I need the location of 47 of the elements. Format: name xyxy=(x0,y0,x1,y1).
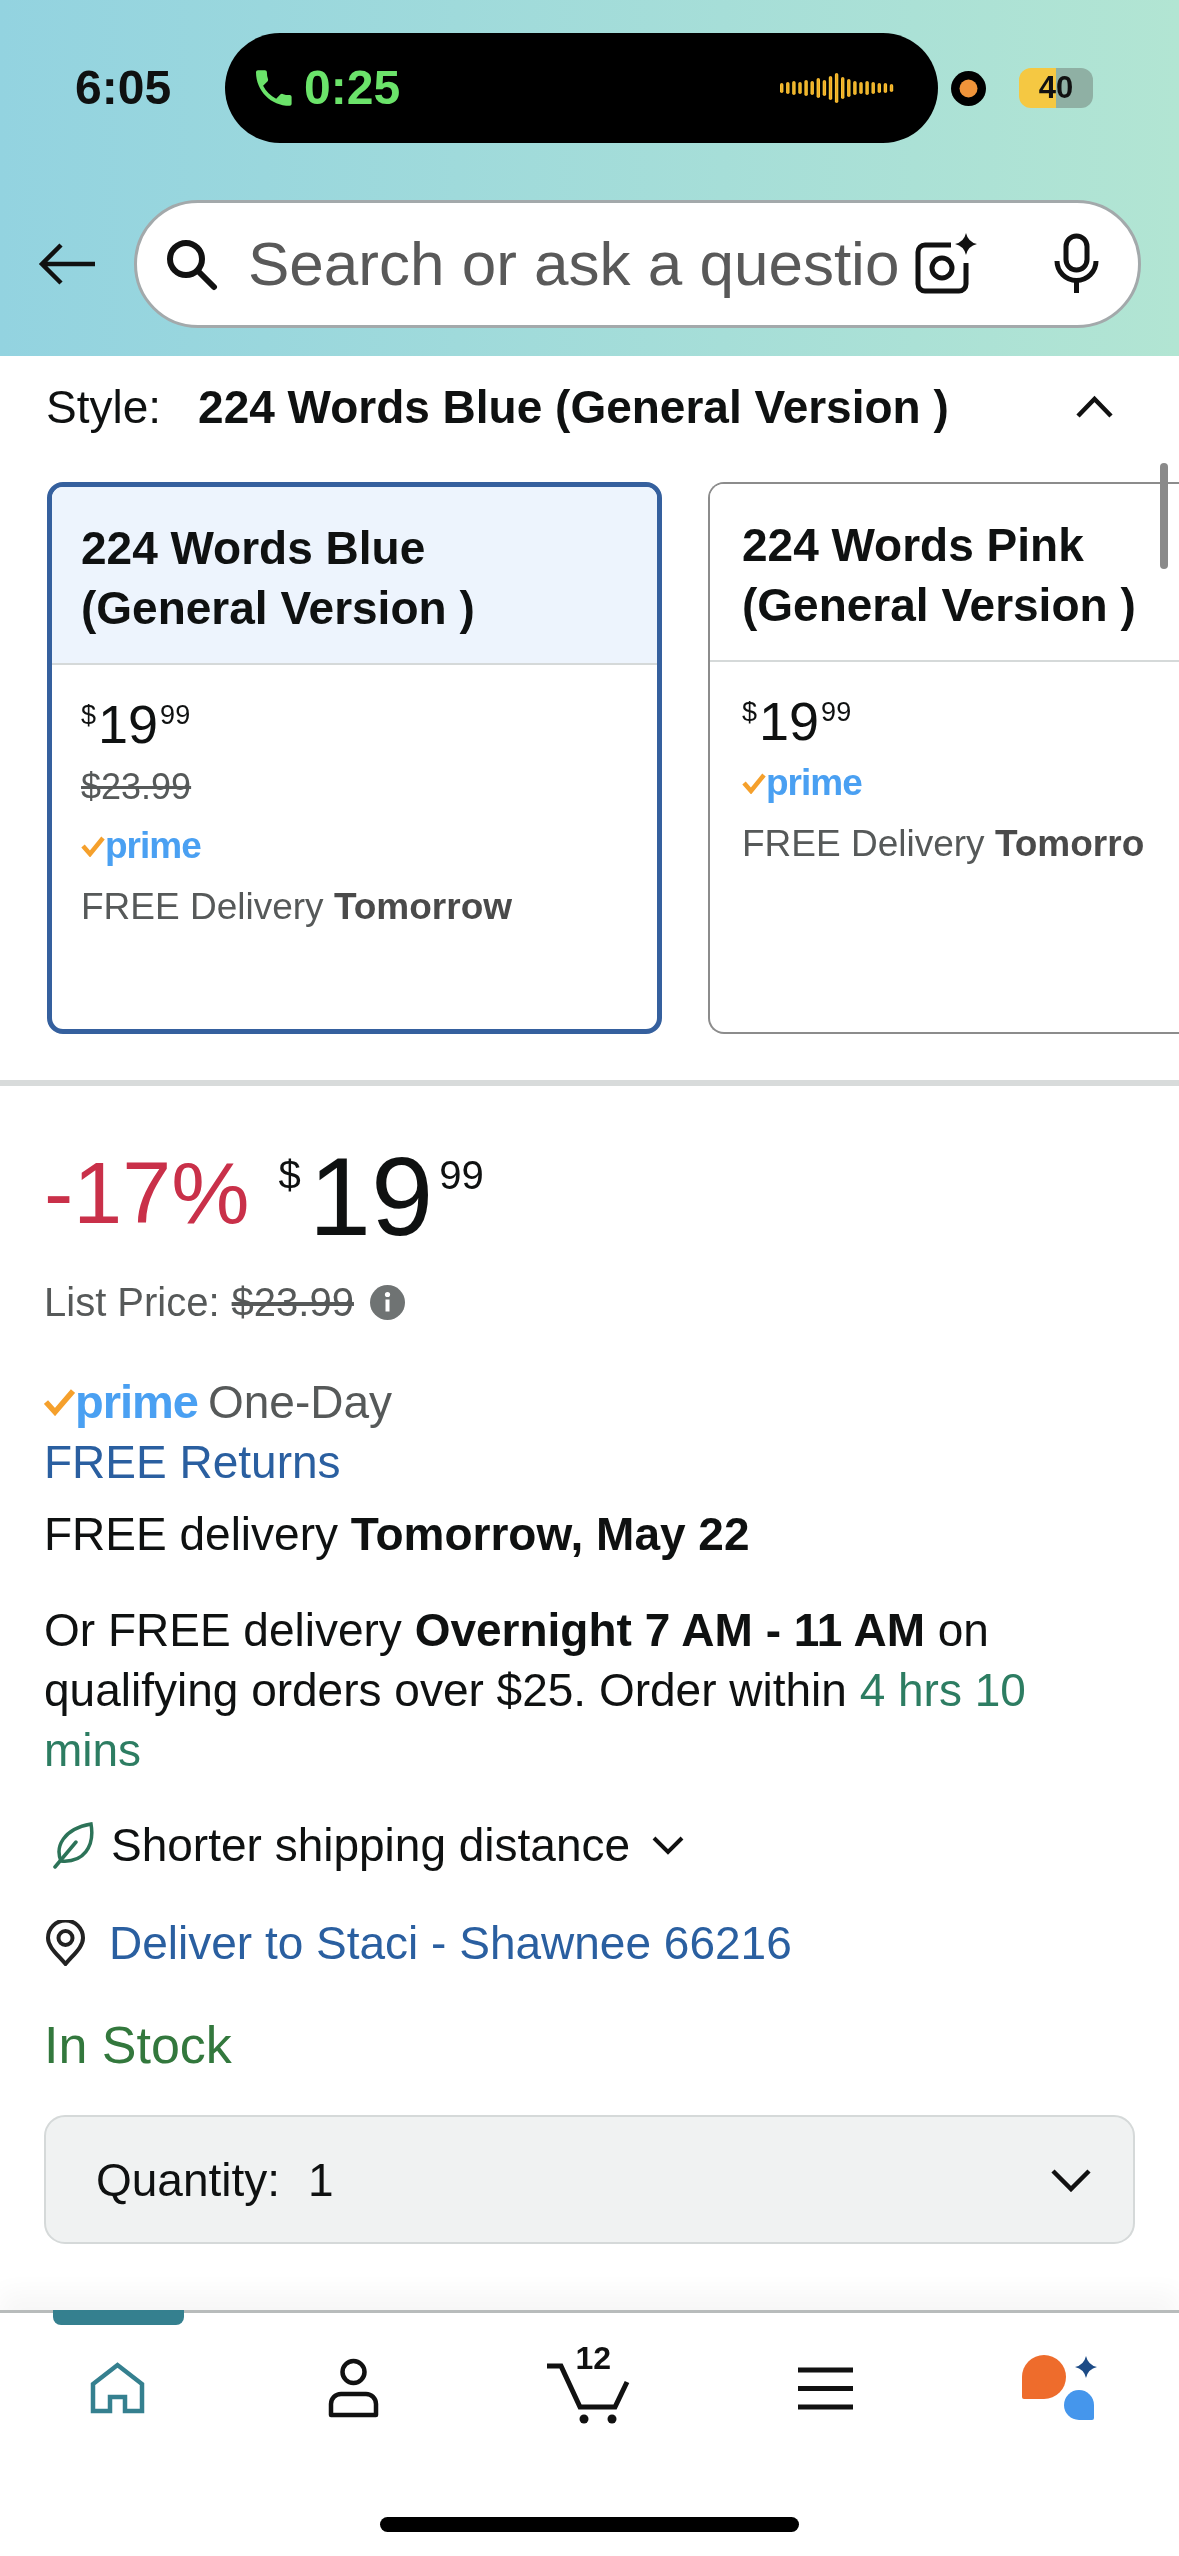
search-bar[interactable]: Search or ask a questio xyxy=(134,200,1141,328)
delivery-date: FREE delivery Tomorrow, May 22 xyxy=(44,1507,750,1562)
style-label: Style: xyxy=(46,380,162,434)
option-name: 224 Words Pink (General Version ) xyxy=(742,518,1137,633)
home-icon xyxy=(90,2362,146,2414)
status-time: 6:05 xyxy=(75,64,173,112)
prime-label: prime xyxy=(105,824,201,868)
delivery-estimate: FREE Delivery Tomorro xyxy=(742,822,1145,866)
menu-icon xyxy=(797,2366,853,2410)
option-list-price: $23.99 xyxy=(81,765,192,809)
chevron-down-icon xyxy=(1050,2167,1092,2192)
search-icon xyxy=(165,237,218,291)
discount-percent: -17% xyxy=(44,1149,250,1237)
cart-count: 12 xyxy=(575,2342,612,2374)
free-returns-link[interactable]: FREE Returns xyxy=(44,1436,341,1488)
battery-indicator: 40 xyxy=(1019,68,1093,108)
checkmark-icon xyxy=(81,835,105,857)
delivery-estimate: FREE Delivery Tomorrow xyxy=(81,885,513,929)
checkmark-icon xyxy=(44,1388,75,1416)
prime-label: prime xyxy=(766,761,862,805)
cart-tab[interactable]: 12 xyxy=(471,2313,708,2463)
microphone-icon[interactable] xyxy=(1052,233,1101,295)
checkmark-icon xyxy=(742,772,766,794)
option-name: 224 Words Blue (General Version ) xyxy=(81,521,476,636)
dynamic-island[interactable]: 0:25 xyxy=(225,33,938,143)
person-icon xyxy=(327,2358,381,2418)
shipping-distance-toggle[interactable]: Shorter shipping distance xyxy=(44,1815,686,1875)
audio-waveform-icon xyxy=(780,73,896,103)
search-input[interactable]: Search or ask a questio xyxy=(248,227,907,301)
status-dot-icon xyxy=(951,70,986,106)
camera-sparkle-icon[interactable] xyxy=(913,233,977,295)
call-timer: 0:25 xyxy=(304,64,401,112)
style-value: 224 Words Blue (General Version ) xyxy=(198,380,949,434)
deliver-to-link[interactable]: Deliver to Staci - Shawnee 66216 xyxy=(109,1916,792,1970)
list-price: $23.99 xyxy=(231,1279,354,1325)
chevron-up-icon[interactable] xyxy=(1075,395,1114,419)
delivery-note: Or FREE delivery Overnight 7 AM - 11 AM on qualifying orders over $25. Order within 4 hrs 10 mins xyxy=(44,1603,1027,1778)
quantity-dropdown[interactable]: Quantity: 1 xyxy=(44,2115,1135,2244)
location-pin-icon xyxy=(45,1920,86,1966)
phone-icon xyxy=(256,70,292,106)
stock-status: In Stock xyxy=(44,2016,232,2074)
leaf-icon xyxy=(51,1821,94,1869)
delivery-speed: One-Day xyxy=(208,1375,393,1430)
info-icon[interactable] xyxy=(369,1284,405,1320)
list-price-label: List Price: xyxy=(44,1279,220,1325)
back-arrow-icon[interactable] xyxy=(37,242,96,286)
prime-label: prime xyxy=(75,1374,198,1430)
